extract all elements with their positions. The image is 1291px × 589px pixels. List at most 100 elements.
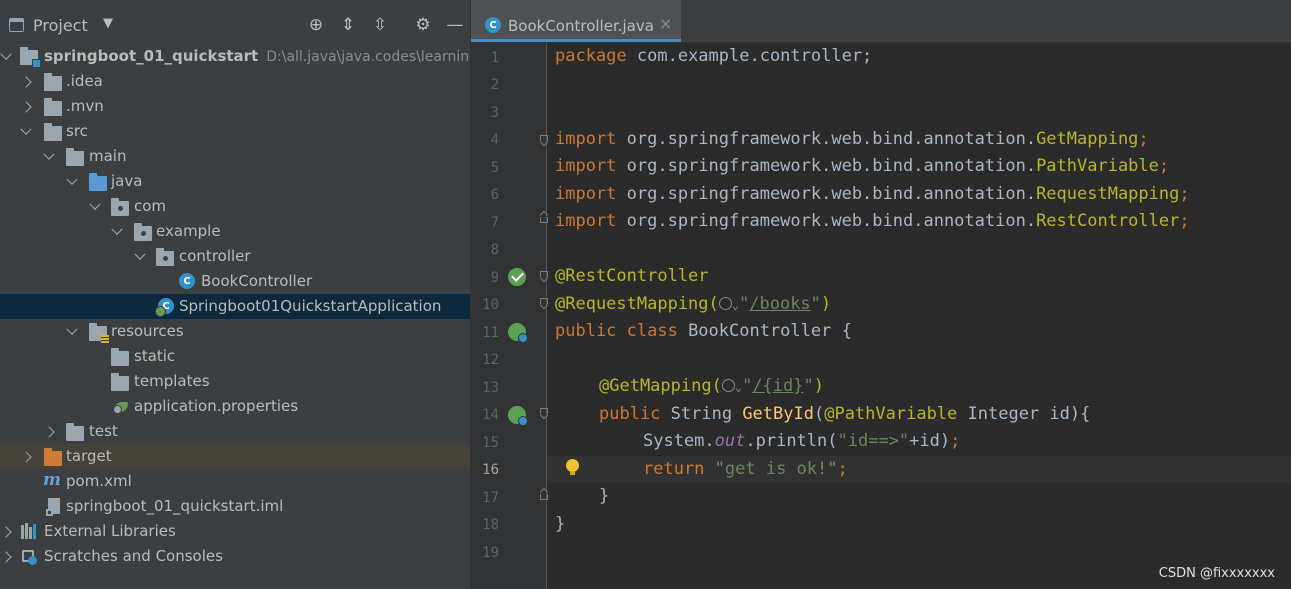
line-number: 13 — [482, 380, 499, 396]
maven-icon: m — [43, 470, 61, 490]
tree-item-application[interactable]: C Springboot01QuickstartApplication — [0, 294, 471, 319]
package-icon — [156, 248, 174, 266]
fold-marker-icon[interactable] — [540, 135, 550, 146]
line-number: 11 — [482, 325, 499, 341]
tree-item-label: controller — [179, 247, 251, 265]
chevron-down-icon[interactable] — [89, 194, 101, 219]
tree-item-test[interactable]: test — [0, 419, 471, 444]
line-number: 15 — [482, 435, 499, 451]
tree-item-label: .mvn — [66, 97, 104, 115]
line-number: 8 — [490, 242, 499, 258]
library-icon — [21, 523, 37, 539]
project-window-icon — [9, 18, 24, 32]
tree-item-project-root[interactable]: springboot_01_quickstart D:\all.java\java… — [0, 44, 471, 69]
project-view-title[interactable]: Project — [33, 16, 88, 35]
line-number: 2 — [490, 77, 499, 93]
collapse-all-icon[interactable]: ⇳ — [369, 14, 391, 36]
chevron-right-icon[interactable] — [0, 544, 12, 569]
code-line-11: public class BookController { — [555, 321, 852, 341]
chevron-down-icon[interactable]: ⌄ — [732, 298, 739, 312]
watermark: CSDN @fixxxxxxx — [1158, 566, 1275, 581]
tree-item-application-properties[interactable]: application.properties — [0, 394, 471, 419]
globe-icon[interactable] — [721, 379, 735, 392]
tree-item-static[interactable]: static — [0, 344, 471, 369]
close-icon[interactable]: × — [659, 14, 672, 33]
tree-item-idea[interactable]: .idea — [0, 69, 471, 94]
project-pane: Project ▼ ⊕ ⇕ ⇳ ⚙ — springboot_01_quicks… — [0, 0, 471, 589]
project-path-hint: D:\all.java\java.codes\learning\s — [266, 49, 471, 65]
tree-item-src[interactable]: src — [0, 119, 471, 144]
spring-bean-check-icon[interactable] — [508, 268, 526, 286]
tree-item-example[interactable]: example — [0, 219, 471, 244]
chevron-down-icon[interactable] — [20, 119, 32, 144]
line-number: 5 — [490, 160, 499, 176]
fold-marker-icon[interactable] — [540, 212, 550, 223]
tree-item-label: static — [134, 347, 176, 365]
expand-all-icon[interactable]: ⇕ — [337, 14, 359, 36]
scratches-icon — [22, 548, 38, 565]
tree-item-main[interactable]: main — [0, 144, 471, 169]
tree-item-label: example — [156, 222, 221, 240]
fold-marker-icon[interactable] — [540, 489, 550, 500]
tree-item-mvn[interactable]: .mvn — [0, 94, 471, 119]
chevron-down-icon[interactable] — [66, 319, 78, 344]
lightbulb-icon[interactable] — [566, 459, 579, 475]
line-number: 18 — [482, 517, 499, 533]
folder-icon — [44, 123, 62, 141]
tree-item-label: pom.xml — [66, 472, 132, 490]
tree-item-label: BookController — [201, 272, 313, 290]
hide-icon[interactable]: — — [444, 14, 466, 36]
chevron-down-icon[interactable] — [134, 244, 146, 269]
chevron-right-icon[interactable] — [0, 519, 12, 544]
spring-endpoint-icon[interactable] — [508, 406, 528, 426]
chevron-right-icon[interactable] — [20, 69, 32, 94]
tree-item-bookcontroller[interactable]: C BookController — [0, 269, 471, 294]
tree-item-com[interactable]: com — [0, 194, 471, 219]
gear-icon[interactable]: ⚙ — [412, 14, 434, 36]
code-line-7: import org.springframework.web.bind.anno… — [555, 211, 1190, 231]
line-number: 17 — [482, 490, 499, 506]
editor-gutter — [471, 43, 547, 589]
tree-item-target[interactable]: target — [0, 444, 471, 469]
spring-bean-icon[interactable] — [508, 323, 528, 343]
tree-item-label: src — [66, 122, 88, 140]
java-class-icon: C — [485, 17, 501, 33]
chevron-down-icon[interactable]: ▼ — [103, 16, 113, 31]
line-number: 7 — [490, 215, 499, 231]
chevron-down-icon[interactable] — [0, 44, 12, 69]
tree-item-pom[interactable]: m pom.xml — [0, 469, 471, 494]
chevron-down-icon[interactable] — [111, 219, 123, 244]
tree-item-java[interactable]: java — [0, 169, 471, 194]
tree-item-label: test — [89, 422, 118, 440]
fold-marker-icon[interactable] — [540, 408, 550, 419]
tree-item-controller[interactable]: controller — [0, 244, 471, 269]
chevron-down-icon[interactable] — [43, 144, 55, 169]
tree-item-templates[interactable]: templates — [0, 369, 471, 394]
tree-item-resources[interactable]: resources — [0, 319, 471, 344]
tree-item-iml[interactable]: springboot_01_quickstart.iml — [0, 494, 471, 519]
package-icon — [134, 223, 152, 241]
chevron-down-icon[interactable] — [66, 169, 78, 194]
package-icon — [111, 198, 129, 216]
tree-item-label: target — [66, 447, 112, 465]
code-line-16: return "get is ok!"; — [643, 459, 848, 479]
code-line-17: } — [599, 486, 610, 506]
code-line-14: public String GetById(@PathVariable Inte… — [599, 404, 1091, 424]
globe-icon[interactable] — [718, 297, 732, 310]
chevron-right-icon[interactable] — [43, 419, 55, 444]
line-number: 10 — [482, 297, 499, 313]
fold-marker-icon[interactable] — [540, 271, 550, 282]
resources-folder-icon — [89, 323, 109, 343]
tab-bookcontroller[interactable]: C BookController.java × — [471, 0, 681, 42]
locate-icon[interactable]: ⊕ — [305, 14, 327, 36]
chevron-right-icon[interactable] — [20, 444, 32, 469]
tree-item-label: springboot_01_quickstart D:\all.java\java… — [44, 47, 471, 65]
tree-item-external-libraries[interactable]: External Libraries — [0, 519, 471, 544]
tree-item-scratches[interactable]: Scratches and Consoles — [0, 544, 471, 569]
chevron-right-icon[interactable] — [20, 94, 32, 119]
chevron-down-icon[interactable]: ⌄ — [735, 380, 742, 394]
line-number: 3 — [490, 105, 499, 121]
folder-icon — [66, 423, 84, 441]
line-number-current: 16 — [482, 462, 499, 478]
fold-marker-icon[interactable] — [540, 298, 550, 309]
